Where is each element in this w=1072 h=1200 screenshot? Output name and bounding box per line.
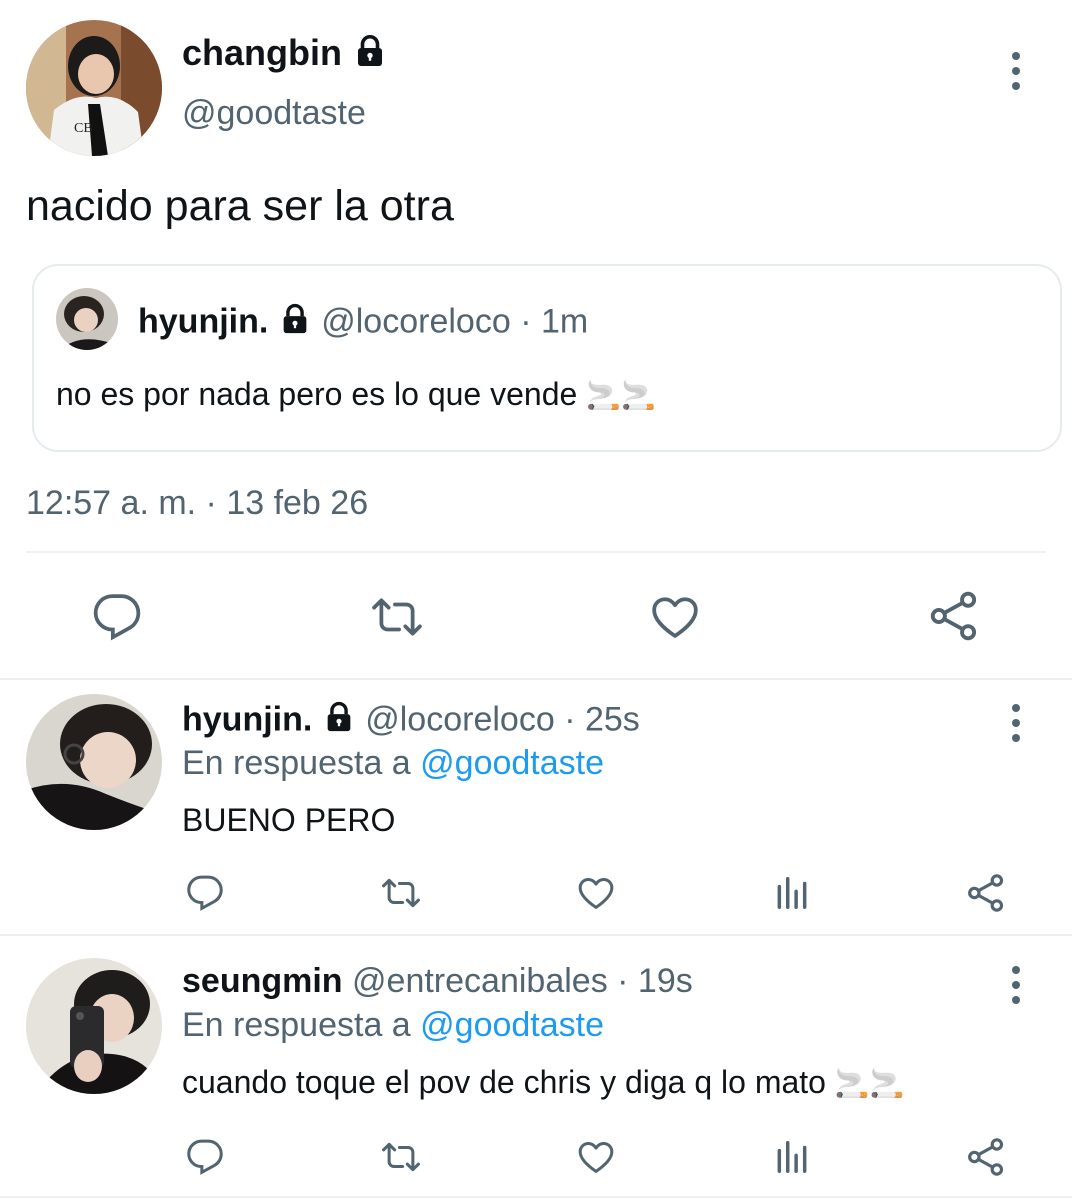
share-icon[interactable]: [966, 1137, 1006, 1177]
reply-time: · 25s: [564, 700, 640, 739]
retweet-icon[interactable]: [380, 1138, 422, 1176]
more-options-icon[interactable]: [1009, 704, 1023, 742]
cigarette-emoji: 🚬🚬: [586, 380, 656, 411]
reply-text: cuando toque el pov de chris y diga q lo…: [182, 1064, 826, 1100]
quoted-tweet-card[interactable]: hyunjin. @locoreloco · 1m no es por nada…: [32, 264, 1062, 452]
divider: [0, 934, 1072, 936]
divider: [0, 678, 1072, 680]
reply-display-name[interactable]: seungmin: [182, 962, 343, 1000]
reply-context-label: En respuesta a: [182, 744, 411, 782]
share-icon[interactable]: [966, 873, 1006, 913]
reply-text: BUENO PERO: [182, 802, 396, 838]
reply-avatar[interactable]: [26, 694, 162, 830]
lock-icon: [322, 700, 356, 743]
reply-avatar[interactable]: [26, 958, 162, 1094]
reply-icon[interactable]: [92, 592, 142, 642]
like-icon[interactable]: [577, 874, 615, 912]
like-icon[interactable]: [650, 592, 700, 642]
reply-to-link[interactable]: @goodtaste: [420, 1006, 604, 1044]
analytics-icon[interactable]: [773, 1138, 811, 1176]
quoted-avatar: [56, 288, 118, 350]
more-options-icon[interactable]: [1009, 966, 1023, 1004]
analytics-icon[interactable]: [773, 874, 811, 912]
tweet-timestamp: 12:57 a. m. · 13 feb 26: [26, 484, 369, 522]
tweet-text: nacido para ser la otra: [26, 182, 454, 230]
quoted-time: · 1m: [520, 302, 589, 341]
lock-icon: [352, 33, 388, 78]
retweet-icon[interactable]: [380, 874, 422, 912]
svg-text:CB: CB: [74, 121, 93, 136]
reply-time: · 19s: [617, 962, 693, 1000]
reply-to-link[interactable]: @goodtaste: [420, 744, 604, 782]
quoted-text: no es por nada pero es lo que vende: [56, 376, 578, 412]
quoted-display-name: hyunjin.: [138, 302, 269, 341]
more-options-icon[interactable]: [1009, 52, 1023, 90]
share-icon[interactable]: [928, 590, 980, 642]
reply-context-label: En respuesta a: [182, 1006, 411, 1044]
like-icon[interactable]: [577, 1138, 615, 1176]
reply-icon[interactable]: [186, 1138, 224, 1176]
reply-handle[interactable]: @locoreloco: [365, 700, 555, 738]
reply-display-name[interactable]: hyunjin.: [182, 700, 312, 738]
reply-icon[interactable]: [186, 874, 224, 912]
author-display-name[interactable]: changbin: [182, 32, 342, 73]
quoted-handle: @locoreloco: [321, 302, 511, 341]
retweet-icon[interactable]: [370, 592, 424, 642]
divider: [0, 1196, 1072, 1198]
reply-handle[interactable]: @entrecanibales: [352, 962, 608, 1000]
cigarette-emoji: 🚬🚬: [834, 1068, 905, 1099]
author-handle[interactable]: @goodtaste: [182, 94, 366, 133]
changbin-avatar[interactable]: CB: [26, 20, 162, 156]
divider: [26, 551, 1046, 553]
lock-icon: [278, 302, 312, 345]
